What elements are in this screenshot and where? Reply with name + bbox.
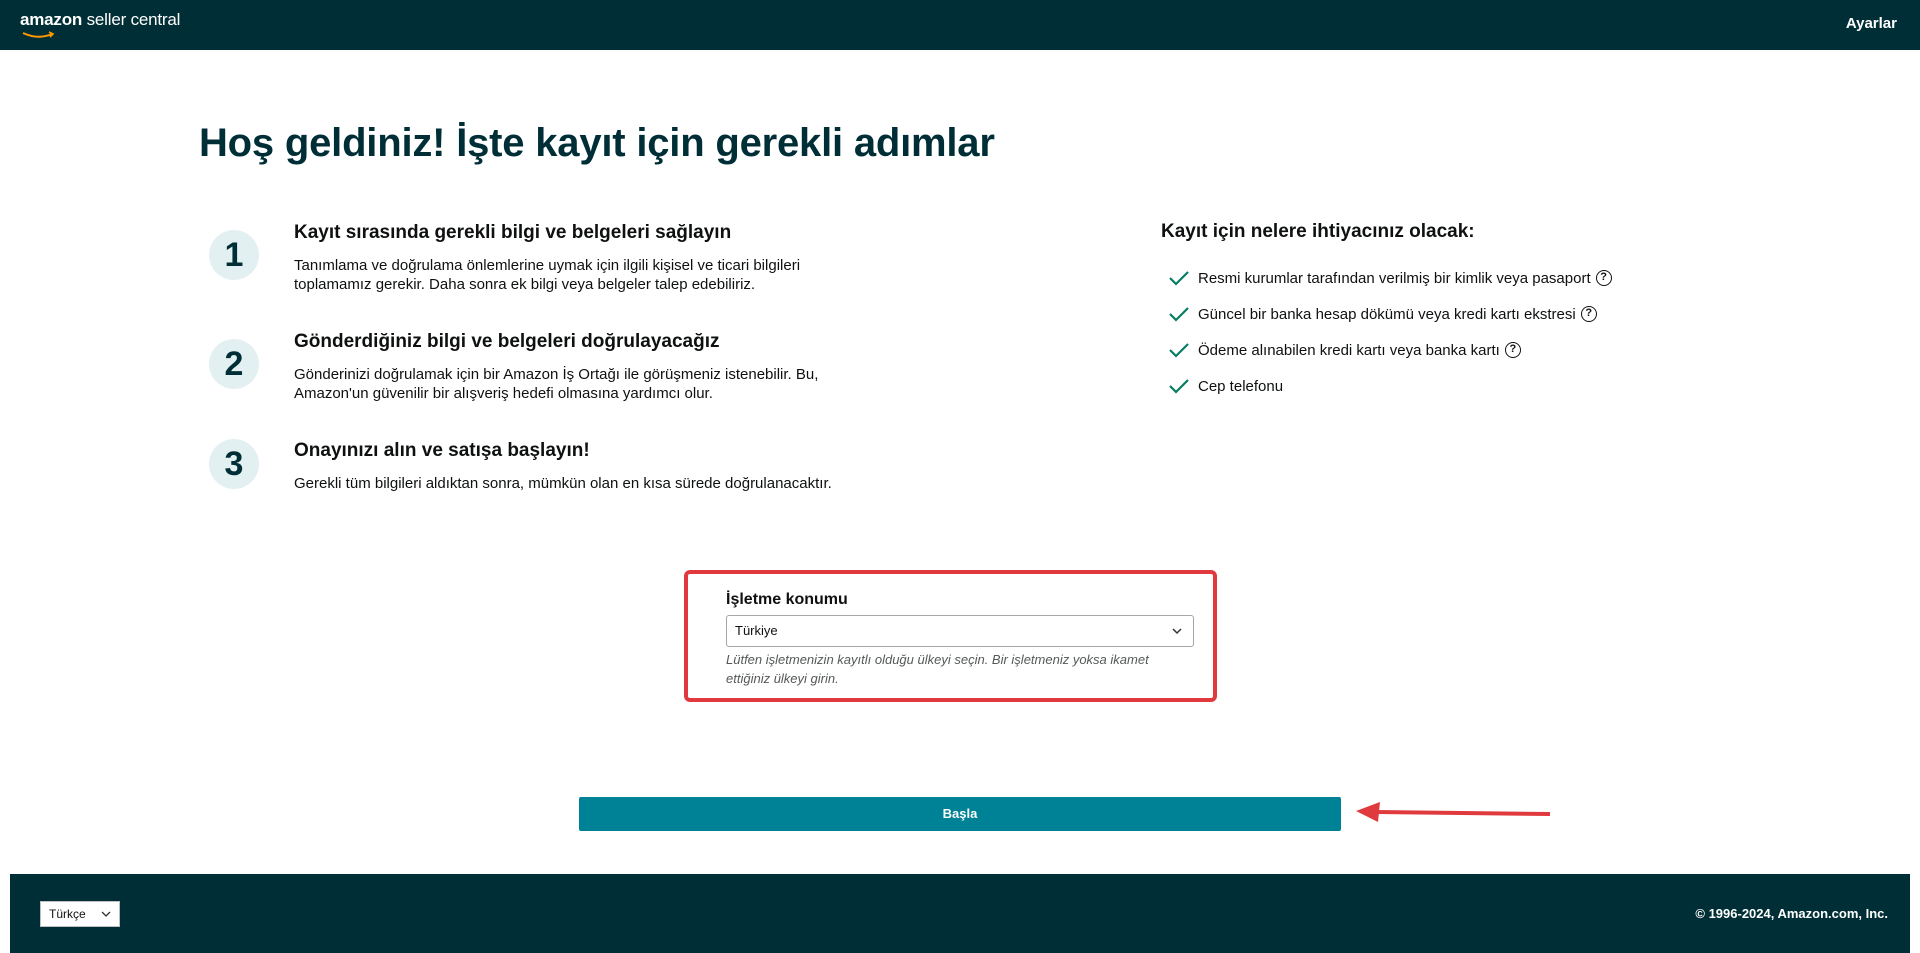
amazon-seller-central-logo[interactable]: amazon seller central	[20, 10, 181, 38]
start-button[interactable]: Başla	[579, 797, 1341, 831]
requirements-title: Kayıt için nelere ihtiyacınız olacak:	[1161, 221, 1475, 242]
business-location-value: Türkiye	[735, 623, 778, 638]
business-location-select[interactable]: Türkiye	[726, 615, 1194, 647]
requirement-item: Ödeme alınabilen kredi kartı veya banka …	[1168, 340, 1521, 360]
requirement-item: Resmi kurumlar tarafından verilmiş bir k…	[1168, 268, 1612, 288]
business-location-hint: Lütfen işletmenizin kayıtlı olduğu ülkey…	[726, 652, 1149, 686]
chevron-down-icon	[1172, 628, 1182, 635]
step-3-title: Onayınızı alın ve satışa başlayın!	[294, 440, 590, 461]
requirement-label: Resmi kurumlar tarafından verilmiş bir k…	[1198, 269, 1591, 287]
requirement-label: Cep telefonu	[1198, 377, 1284, 395]
annotation-arrow-icon	[1356, 802, 1551, 822]
checkmark-icon	[1169, 271, 1189, 286]
logo-suffix: seller central	[82, 10, 181, 29]
step-3-number: 3	[209, 439, 259, 489]
business-location-label: İşletme konumu	[726, 591, 848, 608]
step-1-description: Tanımlama ve doğrulama önlemlerine uymak…	[294, 257, 801, 293]
step-2-number: 2	[209, 339, 259, 389]
requirement-item: Cep telefonu	[1168, 376, 1283, 396]
requirement-label: Güncel bir banka hesap dökümü veya kredi…	[1198, 305, 1576, 323]
settings-link[interactable]: Ayarlar	[1846, 15, 1897, 32]
requirement-label: Ödeme alınabilen kredi kartı veya banka …	[1198, 341, 1500, 359]
help-icon[interactable]: ?	[1580, 306, 1597, 322]
copyright-text: © 1996-2024, Amazon.com, Inc.	[1695, 906, 1888, 921]
help-icon[interactable]: ?	[1595, 270, 1612, 286]
checkmark-icon	[1169, 307, 1189, 322]
help-icon[interactable]: ?	[1504, 342, 1521, 358]
step-3-description: Gerekli tüm bilgileri aldıktan sonra, mü…	[294, 475, 832, 492]
step-2-title: Gönderdiğiniz bilgi ve belgeleri doğrula…	[294, 331, 720, 352]
smile-icon	[22, 31, 55, 38]
language-value: Türkçe	[49, 907, 86, 921]
page-title: Hoş geldiniz! İşte kayıt için gerekli ad…	[199, 121, 995, 165]
chevron-down-icon	[101, 911, 111, 917]
step-2-description: Gönderinizi doğrulamak için bir Amazon İ…	[294, 366, 819, 402]
logo-brand: amazon	[20, 10, 83, 29]
footer: Türkçe © 1996-2024, Amazon.com, Inc.	[10, 874, 1910, 953]
language-select[interactable]: Türkçe	[40, 901, 120, 927]
top-header: amazon seller central Ayarlar	[0, 0, 1920, 50]
checkmark-icon	[1169, 343, 1189, 358]
requirement-item: Güncel bir banka hesap dökümü veya kredi…	[1168, 304, 1597, 324]
step-1-title: Kayıt sırasında gerekli bilgi ve belgele…	[294, 222, 732, 243]
checkmark-icon	[1169, 379, 1189, 394]
step-1-number: 1	[209, 230, 259, 280]
